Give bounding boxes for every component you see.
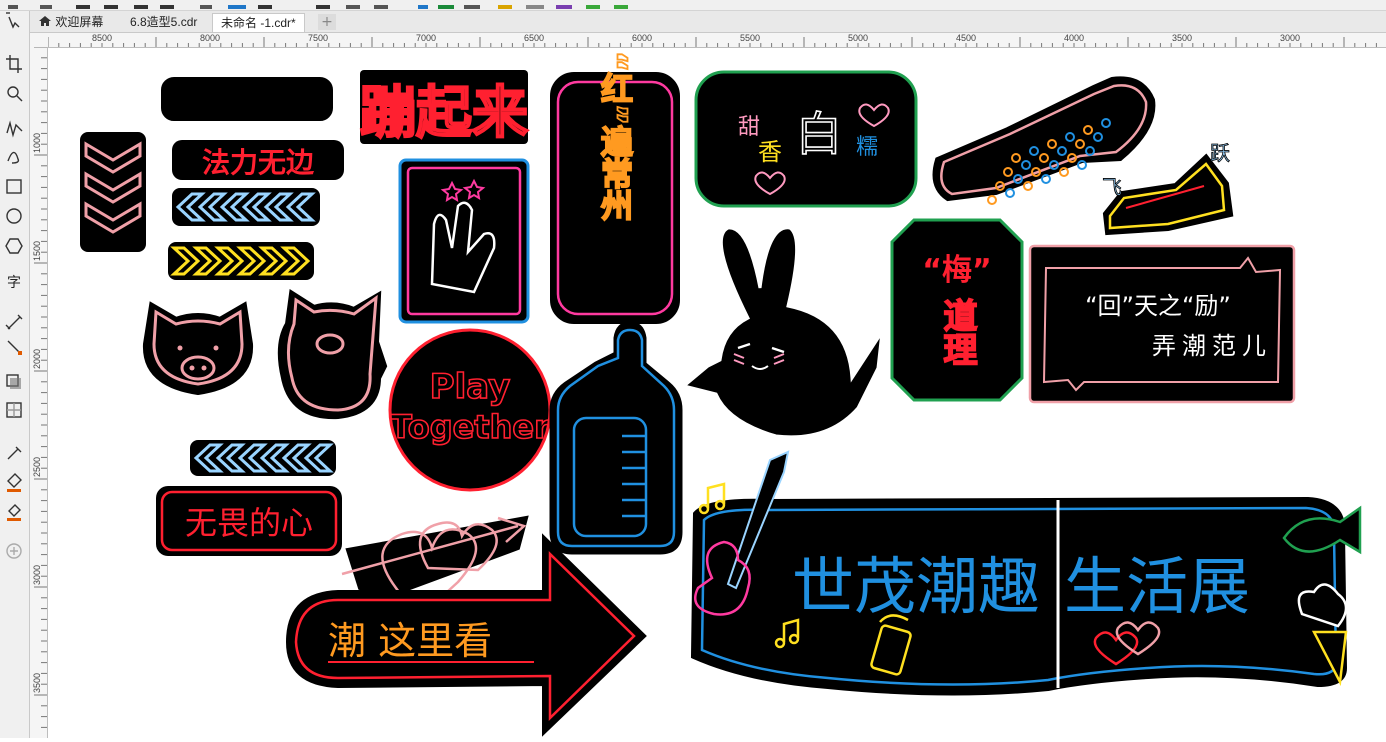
- sticker-text: 道理: [937, 298, 977, 366]
- tab-document-1[interactable]: 6.8造型5.cdr: [122, 13, 205, 31]
- pig-face-icon[interactable]: [142, 301, 254, 396]
- sticker-text: Play: [430, 367, 511, 407]
- toolbar-icons[interactable]: [8, 1, 628, 9]
- ruler-label: 7000: [416, 33, 437, 43]
- chevron-left-row-icon[interactable]: [172, 188, 320, 226]
- ruler-label: 3000: [1280, 33, 1301, 43]
- vertical-ruler[interactable]: 1000 1500 2000 2500 3000 3500: [30, 47, 48, 738]
- ruler-label: 5500: [740, 33, 761, 43]
- rectangle-tool-icon[interactable]: [6, 179, 22, 194]
- ruler-label: 3000: [32, 564, 42, 585]
- sticker-jump-up[interactable]: 蹦起来: [359, 70, 529, 147]
- sticker-text: 潮 这里看: [328, 619, 492, 663]
- ruler-label: 8500: [92, 33, 113, 43]
- ruler-label: 4500: [956, 33, 977, 43]
- smart-fill-icon[interactable]: [7, 504, 21, 521]
- text-tool-icon[interactable]: 字: [7, 275, 21, 291]
- new-tab-button[interactable]: +: [318, 14, 336, 30]
- drop-shadow-icon[interactable]: [6, 374, 21, 389]
- crop-tool-icon[interactable]: [6, 55, 22, 73]
- ruler-label: 8000: [200, 33, 221, 43]
- home-icon: [38, 14, 52, 26]
- sticker-boundless-power[interactable]: 法力无边: [172, 140, 344, 180]
- tab-welcome-screen[interactable]: 欢迎屏幕: [30, 13, 111, 31]
- drawing-canvas[interactable]: 啤酒配烟 法力无边 蹦起来 “红”遍常州 甜 香 白 糯 飞 跃 “梅” 道理 …: [48, 48, 1386, 738]
- ruler-label: 2000: [32, 348, 42, 369]
- rabbit-icon[interactable]: [680, 226, 884, 439]
- parallel-dimension-icon[interactable]: [5, 314, 23, 330]
- ruler-label: 2500: [32, 456, 42, 477]
- tab-label: 欢迎屏幕: [55, 15, 104, 29]
- sticker-text: 世茂潮趣: [792, 550, 1040, 623]
- ruler-label: 4000: [1064, 33, 1085, 43]
- sticker-text: 糯: [856, 135, 878, 160]
- ruler-label: 1500: [32, 240, 42, 261]
- polygon-tool-icon[interactable]: [5, 238, 23, 254]
- sticker-red-everywhere[interactable]: “红”遍常州: [546, 50, 684, 328]
- ruler-label: 1000: [32, 132, 42, 153]
- sticker-text: 白: [796, 107, 842, 161]
- sticker-text: 无畏的心: [185, 504, 313, 542]
- ruler-origin[interactable]: [30, 33, 49, 48]
- chevron-down-stack-icon[interactable]: [80, 132, 146, 252]
- pig-character-icon[interactable]: [277, 288, 388, 420]
- eyedropper-icon[interactable]: [7, 446, 22, 460]
- ruler-label: 6000: [632, 33, 653, 43]
- ruler-label: 3500: [32, 672, 42, 693]
- transparency-icon[interactable]: [6, 402, 22, 418]
- sticker-text: 弄潮范儿: [1152, 332, 1272, 360]
- sticker-sweet-glutinous[interactable]: 甜 香 白 糯: [694, 70, 918, 208]
- sticker-text: “红”遍常州: [596, 51, 634, 221]
- sticker-text: Together: [390, 408, 550, 446]
- tab-label: 未命名 -1.cdr*: [221, 16, 296, 30]
- candy-dot: [987, 195, 997, 205]
- ruler-label: 7500: [308, 33, 329, 43]
- sticker-text: 跃: [1210, 141, 1230, 165]
- sticker-text: “回”天之“励”: [1085, 292, 1231, 320]
- sticker-fearless-heart[interactable]: 无畏的心: [156, 486, 342, 556]
- baby-bottle-icon[interactable]: [549, 321, 683, 555]
- expo-banner[interactable]: 世茂潮趣 生活展: [690, 450, 1362, 696]
- candy-dot: [1005, 188, 1015, 198]
- freehand-tool-icon[interactable]: [6, 120, 23, 138]
- sticker-text: 甜: [738, 115, 760, 140]
- rock-hand-icon[interactable]: [398, 158, 530, 324]
- curve-tool-icon[interactable]: [7, 151, 20, 164]
- horizontal-ruler[interactable]: 8500 8000 7500 7000 6500 6000 5500 5000 …: [48, 33, 1386, 48]
- ruler-label: 6500: [524, 33, 545, 43]
- sticker-text: 香: [758, 138, 782, 166]
- toolbox: 字: [0, 11, 30, 738]
- document-tab-bar: 欢迎屏幕 6.8造型5.cdr 未命名 -1.cdr* +: [30, 11, 1386, 33]
- connector-tool-icon[interactable]: [7, 340, 22, 355]
- ruler-label: 3500: [1172, 33, 1193, 43]
- chevron-left-row-icon[interactable]: [190, 440, 336, 476]
- sticker-text: 啤酒配烟: [193, 86, 301, 117]
- sticker-beer-smoke[interactable]: 啤酒配烟: [161, 77, 333, 121]
- sticker-text: 蹦起来: [360, 81, 528, 146]
- fill-tool-icon[interactable]: [7, 473, 22, 492]
- tab-label: 6.8造型5.cdr: [130, 15, 198, 29]
- tab-document-active[interactable]: 未命名 -1.cdr*: [212, 13, 305, 32]
- ruler-label: 5000: [848, 33, 869, 43]
- add-tool-icon[interactable]: [6, 543, 22, 559]
- sticker-text: “梅”: [922, 253, 991, 288]
- sticker-text: 法力无边: [202, 146, 315, 179]
- sticker-text: 飞: [1102, 175, 1122, 199]
- ellipse-tool-icon[interactable]: [6, 208, 22, 224]
- sticker-text: 生活展: [1064, 550, 1250, 623]
- sticker-encourage-trend[interactable]: “回”天之“励” 弄潮范儿: [1028, 244, 1296, 404]
- zoom-tool-icon[interactable]: [7, 86, 23, 102]
- pick-tool-icon[interactable]: [6, 12, 20, 29]
- chevron-right-row-icon[interactable]: [168, 242, 314, 280]
- sticker-play-together[interactable]: Play Together: [388, 328, 552, 492]
- sticker-plum-reason[interactable]: “梅” 道理: [890, 218, 1024, 402]
- top-toolbar: [0, 0, 1386, 11]
